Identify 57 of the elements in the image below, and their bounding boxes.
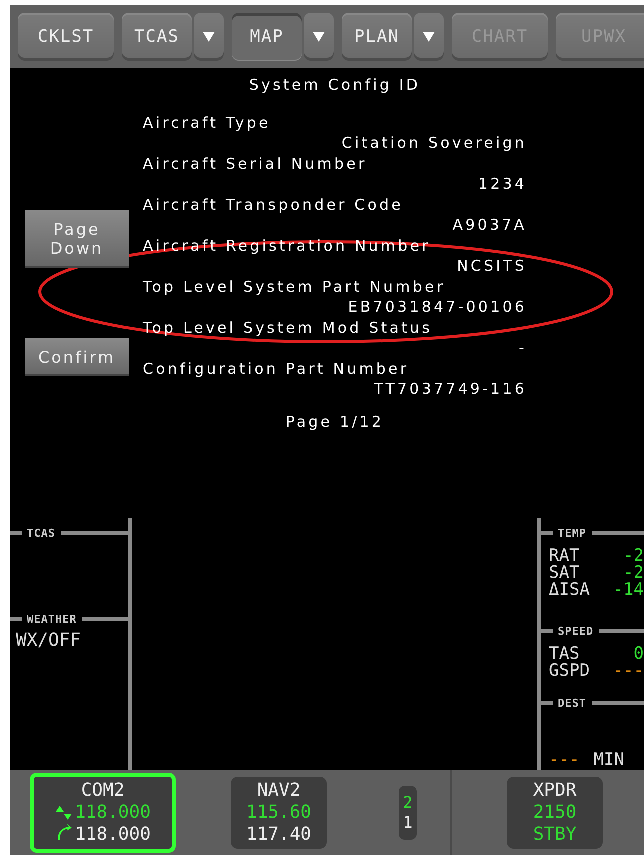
- field-label: Top Level System Part Number: [143, 276, 446, 297]
- caret-icon: [422, 30, 436, 42]
- side-button[interactable]: Confirm: [25, 338, 129, 376]
- field-value: -: [518, 338, 527, 358]
- tab[interactable]: CKLST: [18, 12, 114, 60]
- radio-tuner[interactable]: NAV2 115.60 117.40: [231, 776, 327, 848]
- field-label: Aircraft Type: [143, 112, 271, 133]
- row-label: MIN: [594, 752, 624, 769]
- active-frequency: 118.000: [75, 802, 151, 824]
- tab[interactable]: MAP: [232, 12, 302, 60]
- field-value: Citation Sovereign: [342, 133, 527, 154]
- row-value: ---: [613, 663, 644, 680]
- page-indicator: Page 1/12: [286, 412, 384, 432]
- row-label: TAS: [549, 646, 580, 663]
- dropdown-button[interactable]: [304, 12, 334, 60]
- tab[interactable]: TCAS: [122, 12, 192, 60]
- active-frequency: 115.60: [246, 802, 312, 824]
- caret-icon: [312, 30, 326, 42]
- dropdown-button[interactable]: [414, 12, 444, 60]
- tab[interactable]: PLAN: [342, 12, 412, 60]
- row-label: RAT: [549, 548, 580, 565]
- dropdown-button[interactable]: [194, 12, 224, 60]
- radio-label: NAV2: [257, 780, 301, 802]
- row-value: -14: [613, 582, 644, 599]
- field-label: Aircraft Serial Number: [143, 154, 368, 174]
- field-label: Aircraft Transponder Code: [143, 194, 404, 215]
- field-value: TT7037749-116: [374, 379, 527, 400]
- row-value: -2: [624, 548, 644, 565]
- radio-label: COM2: [81, 780, 125, 802]
- transponder-label: XPDR: [533, 780, 577, 802]
- section-title: WEATHER: [27, 612, 77, 626]
- status-text: WX/OFF: [15, 629, 82, 651]
- squawk-code: 2150: [533, 802, 577, 824]
- field-value: NCSITS: [457, 256, 527, 276]
- side-button[interactable]: Page Down: [25, 210, 129, 268]
- standby-frequency: 117.40: [246, 824, 312, 846]
- row-value: -2: [624, 565, 644, 582]
- row-label: SAT: [549, 565, 580, 582]
- row-value: ---: [549, 752, 580, 769]
- row-label: GSPD: [549, 663, 590, 680]
- field-label: Configuration Part Number: [143, 358, 410, 379]
- radio-tuner[interactable]: COM2 118.000 118.000: [30, 772, 176, 852]
- section-title: SPEED: [558, 624, 594, 638]
- section-title: TCAS: [27, 526, 56, 540]
- transponder-tuner[interactable]: XPDR 2150 STBY: [507, 776, 603, 848]
- field-value: A9037A: [452, 215, 527, 236]
- section-title: DEST: [558, 696, 586, 710]
- nav-selector[interactable]: 2 1: [399, 786, 417, 840]
- field-value: 1234: [478, 174, 527, 194]
- transponder-mode: STBY: [533, 824, 577, 846]
- standby-frequency: 118.000: [75, 824, 151, 846]
- field-value: EB7031847-00106: [348, 297, 527, 318]
- caret-icon: [202, 30, 216, 42]
- row-label: ΔISA: [549, 582, 590, 599]
- section-title: TEMP: [558, 526, 586, 540]
- page-title: System Config ID: [249, 75, 421, 96]
- row-value: 0: [634, 646, 644, 663]
